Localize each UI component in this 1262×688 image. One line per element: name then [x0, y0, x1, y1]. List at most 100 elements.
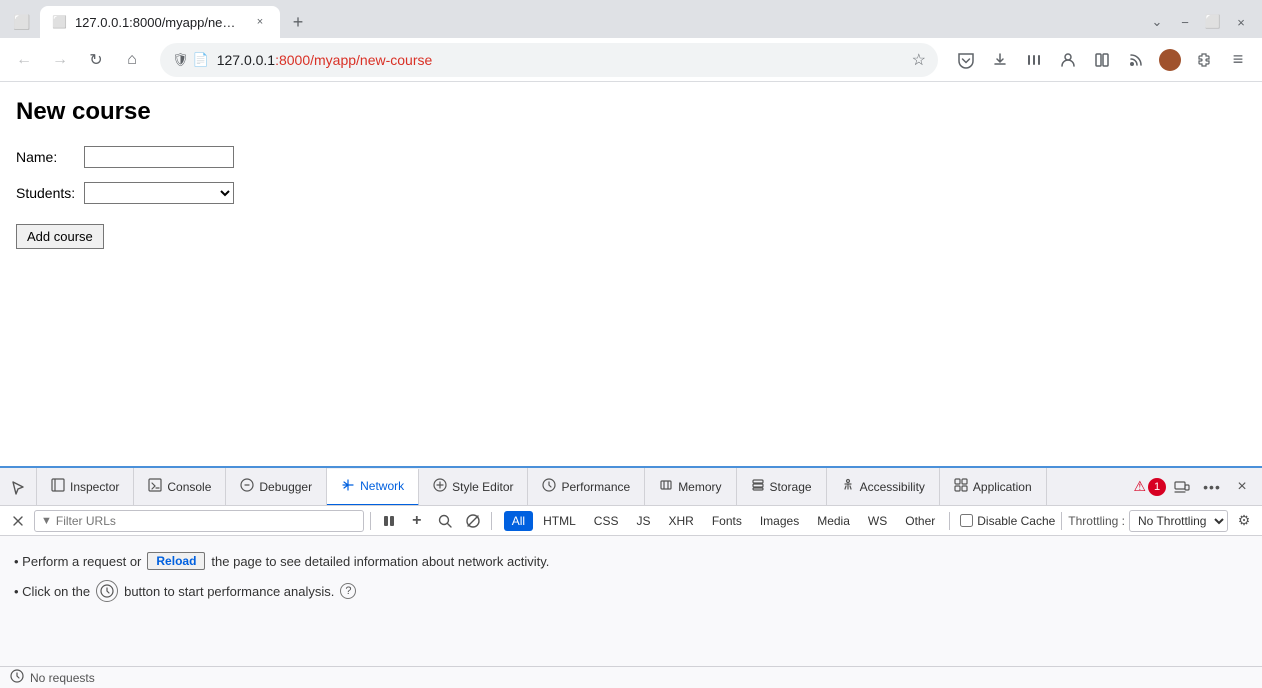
filter-url-input[interactable]: [56, 514, 357, 528]
nav-right-icons: ≡: [950, 44, 1254, 76]
rss-button[interactable]: [1120, 44, 1152, 76]
close-window-button[interactable]: ×: [1228, 9, 1254, 35]
devtools-tab-inspector[interactable]: Inspector: [37, 468, 134, 505]
filter-xhr-button[interactable]: XHR: [660, 511, 701, 531]
name-row: Name:: [16, 146, 1246, 168]
reload-button[interactable]: ↻: [80, 44, 112, 76]
page-title: New course: [16, 98, 1246, 126]
pause-recording-button[interactable]: [377, 509, 401, 533]
network-toolbar: ▼ + All HTML CSS JS XHR Fonts Images Med…: [0, 506, 1262, 536]
memory-tab-label: Memory: [678, 480, 721, 494]
devtools-tab-application[interactable]: Application: [940, 468, 1047, 505]
avatar[interactable]: [1154, 44, 1186, 76]
debugger-tab-label: Debugger: [259, 480, 312, 494]
toolbar-separator-3: [949, 512, 950, 530]
hint1-suffix: the page to see detailed information abo…: [211, 554, 549, 569]
address-text: 127.0.0.1:8000/myapp/new-course: [217, 52, 904, 68]
profile-button[interactable]: [1052, 44, 1084, 76]
home-button[interactable]: ⌂: [116, 44, 148, 76]
devtools-tab-debugger[interactable]: Debugger: [226, 468, 327, 505]
add-filter-button[interactable]: +: [405, 509, 429, 533]
console-icon: [148, 478, 162, 495]
tab-close-button[interactable]: ×: [252, 14, 268, 30]
address-icons: 🛡 📄: [172, 52, 209, 68]
devtools-tab-network[interactable]: Network: [327, 469, 419, 506]
students-label: Students:: [16, 185, 76, 201]
network-tab-label: Network: [360, 479, 404, 493]
pocket-button[interactable]: [950, 44, 982, 76]
bookmarks-button[interactable]: [1018, 44, 1050, 76]
download-button[interactable]: [984, 44, 1016, 76]
menu-button[interactable]: ≡: [1222, 44, 1254, 76]
filter-url-input-wrap[interactable]: ▼: [34, 510, 364, 532]
devtools-tab-console[interactable]: Console: [134, 468, 226, 505]
throttle-select[interactable]: No Throttling Fast 3G Slow 3G Offline: [1129, 510, 1228, 532]
extensions-button[interactable]: [1188, 44, 1220, 76]
filter-js-button[interactable]: JS: [628, 511, 658, 531]
debugger-icon: [240, 478, 254, 495]
disable-cache-checkbox[interactable]: [960, 514, 973, 527]
tab-favicon-button[interactable]: ⬜: [8, 8, 36, 36]
accessibility-icon: [841, 478, 855, 495]
clear-requests-button[interactable]: [6, 509, 30, 533]
network-status-bar: No requests: [0, 666, 1262, 688]
devtools-tab-style-editor[interactable]: Style Editor: [419, 468, 528, 505]
name-input[interactable]: [84, 146, 234, 168]
performance-icon: [542, 478, 556, 495]
students-select[interactable]: [84, 182, 234, 204]
forward-button[interactable]: →: [44, 44, 76, 76]
memory-icon: [659, 478, 673, 495]
application-tab-label: Application: [973, 480, 1032, 494]
shield-icon: 🛡: [172, 52, 189, 68]
filter-media-button[interactable]: Media: [809, 511, 858, 531]
devtools-tab-memory[interactable]: Memory: [645, 468, 736, 505]
disable-cache-label[interactable]: Disable Cache: [960, 514, 1055, 528]
address-port-path: :8000/myapp/new-course: [275, 52, 432, 68]
error-count-badge: 1: [1148, 478, 1166, 496]
restore-button[interactable]: ⬜: [1200, 9, 1226, 35]
help-icon[interactable]: ?: [340, 583, 356, 599]
filter-other-button[interactable]: Other: [897, 511, 943, 531]
back-button[interactable]: ←: [8, 44, 40, 76]
minimize-button[interactable]: −: [1172, 9, 1198, 35]
reader-view-button[interactable]: [1086, 44, 1118, 76]
tab-title: 127.0.0.1:8000/myapp/new-course: [75, 15, 244, 30]
filter-icon: ▼: [41, 515, 52, 527]
bookmark-star-icon[interactable]: ☆: [912, 50, 926, 70]
filter-images-button[interactable]: Images: [752, 511, 807, 531]
error-icon: ⚠: [1133, 478, 1146, 495]
network-hint-2: • Click on the button to start performan…: [14, 580, 1248, 602]
network-content-area: • Perform a request or Reload the page t…: [0, 536, 1262, 666]
storage-tab-label: Storage: [770, 480, 812, 494]
storage-icon: [751, 478, 765, 495]
address-bar[interactable]: 🛡 📄 127.0.0.1:8000/myapp/new-course ☆: [160, 43, 938, 77]
list-tabs-button[interactable]: ⌄: [1144, 9, 1170, 35]
devtools-picker-button[interactable]: [0, 468, 37, 505]
responsive-design-button[interactable]: [1168, 473, 1196, 501]
students-row: Students:: [16, 182, 1246, 204]
new-tab-button[interactable]: +: [284, 8, 312, 36]
filter-all-button[interactable]: All: [504, 511, 533, 531]
filter-css-button[interactable]: CSS: [586, 511, 627, 531]
reload-page-button[interactable]: Reload: [147, 552, 205, 570]
hint1-prefix: • Perform a request or: [14, 554, 141, 569]
add-course-button[interactable]: Add course: [16, 224, 104, 249]
devtools-tab-performance[interactable]: Performance: [528, 468, 645, 505]
devtools-tab-accessibility[interactable]: Accessibility: [827, 468, 940, 505]
throttle-label: Throttling :: [1068, 514, 1125, 528]
block-url-button[interactable]: [461, 509, 485, 533]
search-button[interactable]: [433, 509, 457, 533]
devtools-tab-storage[interactable]: Storage: [737, 468, 827, 505]
toolbar-separator-2: [491, 512, 492, 530]
close-devtools-button[interactable]: ×: [1228, 473, 1256, 501]
more-tools-button[interactable]: •••: [1198, 473, 1226, 501]
performance-analysis-icon[interactable]: [96, 580, 118, 602]
active-tab[interactable]: ⬜ 127.0.0.1:8000/myapp/new-course ×: [40, 6, 280, 38]
tab-controls: ⌄ − ⬜ ×: [1144, 9, 1254, 35]
devtools-panel: Inspector Console Debugger Network Style…: [0, 466, 1262, 688]
filter-fonts-button[interactable]: Fonts: [704, 511, 750, 531]
filter-ws-button[interactable]: WS: [860, 511, 895, 531]
network-settings-button[interactable]: ⚙: [1232, 509, 1256, 533]
hint2-suffix: button to start performance analysis.: [124, 584, 334, 599]
filter-html-button[interactable]: HTML: [535, 511, 584, 531]
